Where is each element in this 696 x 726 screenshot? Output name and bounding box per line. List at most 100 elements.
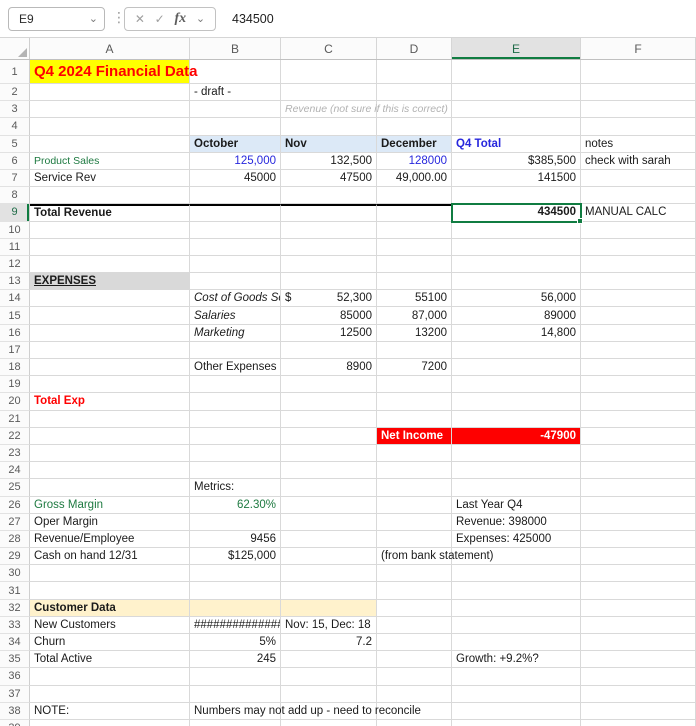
cell-C21[interactable] [281,410,377,428]
cell-A21[interactable] [30,410,190,428]
cell-A9[interactable]: Total Revenue [30,204,190,222]
cell-A28[interactable]: Revenue/Employee [30,530,190,549]
cell-B5[interactable]: October [190,135,281,153]
cell-C39[interactable] [281,719,377,726]
cell-B8[interactable] [190,187,281,205]
cell-D2[interactable] [377,84,452,102]
row-header-5[interactable]: 5 [0,135,30,153]
cell-E26[interactable]: Last Year Q4 [452,496,581,514]
cell-F25[interactable] [581,479,696,497]
row-header-9[interactable]: 9 [0,204,30,222]
cell-C2[interactable] [281,84,377,102]
cell-E20[interactable] [452,393,581,411]
cell-F4[interactable] [581,118,696,136]
cell-B16[interactable]: Marketing [190,324,281,342]
cell-F39[interactable] [581,719,696,726]
cell-B29[interactable]: $125,000 [190,548,281,566]
cell-A17[interactable] [30,341,190,359]
cell-B38[interactable]: Numbers may not add up - need to reconci… [190,702,421,720]
cell-B25[interactable]: Metrics: [190,479,281,497]
cell-C26[interactable] [281,496,377,514]
cell-B27[interactable] [190,513,281,531]
cell-A31[interactable] [30,582,190,600]
col-header-C[interactable]: C [281,38,377,59]
row-header-22[interactable]: 22 [0,427,30,445]
cell-E9[interactable]: 434500 [451,203,583,224]
cell-D39[interactable] [377,719,452,726]
row-header-36[interactable]: 36 [0,668,30,686]
cell-C14[interactable]: $52,300 [281,290,377,308]
cell-E37[interactable] [452,685,581,703]
row-header-35[interactable]: 35 [0,651,30,669]
cell-F36[interactable] [581,668,696,686]
cell-A29[interactable]: Cash on hand 12/31 [30,548,190,566]
cell-F15[interactable] [581,307,696,325]
cell-B21[interactable] [190,410,281,428]
cell-F31[interactable] [581,582,696,600]
cell-F17[interactable] [581,341,696,359]
cell-C34[interactable]: 7.2 [281,634,377,652]
cell-D25[interactable] [377,479,452,497]
cell-C5[interactable]: Nov [281,135,377,153]
cell-E13[interactable] [452,273,581,291]
cell-F38[interactable] [581,702,696,720]
cell-C11[interactable] [281,238,377,256]
cell-E7[interactable]: 141500 [452,169,581,188]
cell-C6[interactable]: 132,500 [281,152,377,170]
cell-D14[interactable]: 55100 [377,290,452,308]
cell-C1[interactable] [281,60,377,84]
cell-A33[interactable]: New Customers [30,616,190,634]
cell-E34[interactable] [452,634,581,652]
cell-B24[interactable] [190,462,281,480]
row-header-12[interactable]: 12 [0,255,30,274]
cell-B23[interactable] [190,444,281,463]
cell-E32[interactable] [452,599,581,617]
row-header-33[interactable]: 33 [0,616,30,634]
cell-C13[interactable] [281,273,377,291]
cell-E39[interactable] [452,719,581,726]
cell-D10[interactable] [377,221,452,239]
cell-D17[interactable] [377,341,452,359]
cell-E3[interactable] [452,101,581,119]
cell-F34[interactable] [581,634,696,652]
cell-B26[interactable]: 62.30% [190,496,281,514]
cell-B1[interactable] [190,60,281,84]
cell-F24[interactable] [581,462,696,480]
cell-E31[interactable] [452,582,581,600]
cell-B6[interactable]: 125,000 [190,152,281,170]
cell-E25[interactable] [452,479,581,497]
cell-F28[interactable] [581,530,696,549]
cell-F5[interactable]: notes [581,135,696,153]
cell-C35[interactable] [281,651,377,669]
cell-E33[interactable] [452,616,581,634]
confirm-icon[interactable]: ✓ [155,12,165,26]
cell-A10[interactable] [30,221,190,239]
cell-C33[interactable]: Nov: 15, Dec: 18 [281,616,377,634]
cell-D33[interactable] [377,616,452,634]
cell-D18[interactable]: 7200 [377,359,452,377]
cell-C28[interactable] [281,530,377,549]
cell-A36[interactable] [30,668,190,686]
col-header-B[interactable]: B [190,38,281,59]
cell-C9[interactable] [281,204,377,222]
cell-F21[interactable] [581,410,696,428]
cell-D19[interactable] [377,376,452,394]
cell-D7[interactable]: 49,000.00 [377,169,452,188]
cell-C20[interactable] [281,393,377,411]
row-header-11[interactable]: 11 [0,238,30,256]
cell-A13[interactable]: EXPENSES [30,273,190,291]
cell-D5[interactable]: December [377,135,452,153]
row-header-37[interactable]: 37 [0,685,30,703]
cell-E1[interactable] [452,60,581,84]
cell-B11[interactable] [190,238,281,256]
row-header-23[interactable]: 23 [0,444,30,463]
cell-A24[interactable] [30,462,190,480]
cell-C32[interactable] [281,599,377,617]
cell-A18[interactable] [30,359,190,377]
cell-C25[interactable] [281,479,377,497]
cell-B20[interactable] [190,393,281,411]
row-header-3[interactable]: 3 [0,101,30,119]
cell-E28[interactable]: Expenses: 425000 [452,530,581,549]
cell-C8[interactable] [281,187,377,205]
cell-E18[interactable] [452,359,581,377]
